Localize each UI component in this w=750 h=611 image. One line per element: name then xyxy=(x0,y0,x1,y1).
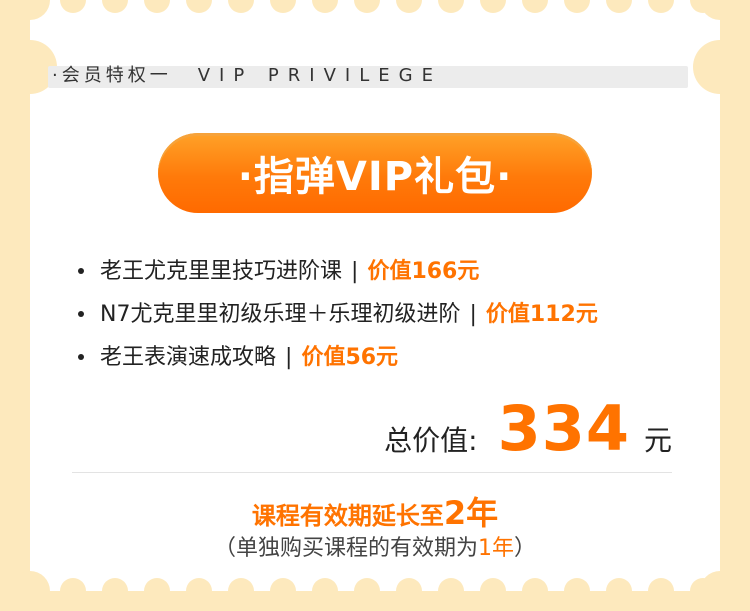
item-separator: | xyxy=(285,345,293,370)
scallop-dot xyxy=(606,0,632,13)
ticket-top-scallop xyxy=(30,0,720,13)
divider xyxy=(72,472,672,473)
scallop-dot xyxy=(564,0,590,13)
card-corner-bottom-left xyxy=(10,571,50,611)
scallop-dot xyxy=(480,578,506,591)
scallop-dot xyxy=(648,578,674,591)
total-amount: 334 xyxy=(497,392,630,465)
card-corner-bottom-right xyxy=(700,571,740,611)
scallop-dot xyxy=(648,0,674,13)
item-price: 价值56元 xyxy=(301,345,399,370)
scallop-dot xyxy=(60,0,86,13)
total-value-row: 总价值: 334 元 xyxy=(384,392,672,465)
total-unit: 元 xyxy=(643,424,672,457)
scallop-dot xyxy=(396,0,422,13)
gift-pack-title: ·指弹VIP礼包· xyxy=(237,154,513,200)
note-prefix: （单独购买课程的有效期为 xyxy=(213,536,478,561)
item-separator: | xyxy=(469,302,477,327)
bullet-dot-icon xyxy=(78,268,84,274)
header-cn: ·会员特权一 xyxy=(52,65,172,86)
note-highlight: 1年 xyxy=(478,536,514,561)
item-price: 价值112元 xyxy=(485,302,598,327)
scallop-dot xyxy=(606,578,632,591)
scallop-dot xyxy=(354,578,380,591)
scallop-dot xyxy=(102,0,128,13)
scallop-dot xyxy=(144,578,170,591)
header-en: VIP PRIVILEGE xyxy=(197,65,442,86)
total-label: 总价值: xyxy=(384,424,478,457)
right-notch xyxy=(693,40,747,94)
scallop-dot xyxy=(312,0,338,13)
item-price: 价值166元 xyxy=(367,259,480,284)
scallop-dot xyxy=(480,0,506,13)
list-item: 老王表演速成攻略 | 价值56元 xyxy=(78,336,598,379)
list-item: N7尤克里里初级乐理＋乐理初级进阶 | 价值112元 xyxy=(78,293,598,336)
scallop-dot xyxy=(60,578,86,591)
scallop-dot xyxy=(270,0,296,13)
ticket-bottom-scallop xyxy=(30,578,720,591)
scallop-dot xyxy=(354,0,380,13)
list-item: 老王尤克里里技巧进阶课 | 价值166元 xyxy=(78,250,598,293)
scallop-dot xyxy=(438,0,464,13)
scallop-dot xyxy=(438,578,464,591)
scallop-dot xyxy=(102,578,128,591)
scallop-dot xyxy=(396,578,422,591)
validity-highlight: 2年 xyxy=(443,494,499,532)
benefit-list: 老王尤克里里技巧进阶课 | 价值166元 N7尤克里里初级乐理＋乐理初级进阶 |… xyxy=(78,250,598,379)
scallop-dot xyxy=(522,0,548,13)
scallop-dot xyxy=(144,0,170,13)
scallop-dot xyxy=(228,0,254,13)
scallop-dot xyxy=(186,0,212,13)
item-separator: | xyxy=(351,259,359,284)
item-text: 老王表演速成攻略 xyxy=(100,345,277,370)
gift-pack-pill: ·指弹VIP礼包· xyxy=(158,133,592,213)
validity-note: （单独购买课程的有效期为1年） xyxy=(0,530,750,562)
item-text: N7尤克里里初级乐理＋乐理初级进阶 xyxy=(100,302,461,327)
note-suffix: ） xyxy=(514,536,537,561)
scallop-dot xyxy=(186,578,212,591)
scallop-dot xyxy=(228,578,254,591)
scallop-dot xyxy=(312,578,338,591)
validity-prefix: 课程有效期延长至 xyxy=(251,502,444,530)
validity-text: 课程有效期延长至2年 xyxy=(0,488,750,534)
bullet-dot-icon xyxy=(78,311,84,317)
scallop-dot xyxy=(522,578,548,591)
scallop-dot xyxy=(564,578,590,591)
section-header: ·会员特权一 VIP PRIVILEGE xyxy=(52,64,442,88)
item-text: 老王尤克里里技巧进阶课 xyxy=(100,259,343,284)
scallop-dot xyxy=(270,578,296,591)
bullet-dot-icon xyxy=(78,354,84,360)
